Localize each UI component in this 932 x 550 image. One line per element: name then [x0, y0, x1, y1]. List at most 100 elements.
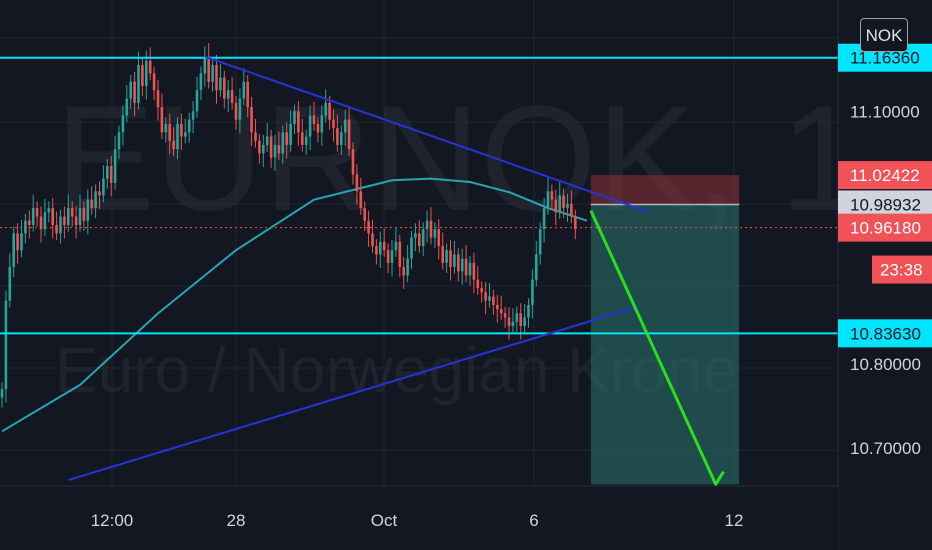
candle-body	[375, 246, 378, 255]
candle-body	[148, 60, 152, 74]
candle-body	[297, 111, 300, 133]
candle-body	[566, 203, 569, 209]
candle-body	[429, 220, 433, 238]
entry-level-label: 10.98932	[850, 195, 921, 214]
candle-body	[106, 166, 109, 179]
candle-body	[363, 208, 366, 221]
candle-body	[285, 132, 288, 145]
candle-body	[293, 111, 296, 124]
candle-body	[70, 208, 74, 217]
candle-body	[367, 220, 370, 234]
candle-body	[0, 389, 4, 398]
candle-body	[457, 254, 460, 272]
candle-body	[316, 123, 320, 133]
candle-body	[398, 241, 402, 268]
candle-body	[74, 216, 78, 225]
candle-body	[519, 313, 522, 326]
candlestick-chart[interactable]: EURNOK, 1h Euro / Norwegian Krone 12:002…	[0, 0, 932, 550]
candle-body	[433, 229, 437, 238]
candle-body	[191, 111, 195, 120]
candle-body	[421, 229, 425, 246]
x-tick-label: 12	[725, 511, 744, 530]
candle-body	[511, 321, 515, 326]
candle-body	[414, 233, 417, 238]
candle-body	[31, 208, 35, 225]
candle-body	[562, 195, 565, 209]
candle-body	[172, 140, 175, 150]
candle-body	[472, 262, 476, 280]
candle-body	[90, 199, 93, 209]
candle-body	[211, 64, 214, 82]
lower-level-label: 10.83630	[850, 324, 921, 343]
candle-body	[351, 149, 355, 175]
candle-body	[258, 140, 261, 154]
candle-body	[359, 191, 363, 209]
candle-body	[152, 73, 156, 91]
position-zones	[590, 175, 740, 485]
candle-body	[484, 292, 487, 301]
candle-body	[328, 102, 331, 120]
candle-body	[8, 267, 12, 301]
candle-body	[160, 107, 164, 133]
candle-body	[480, 288, 483, 293]
candle-body	[141, 64, 144, 86]
current-price-label: 10.96180	[850, 219, 921, 238]
candle-body	[277, 144, 281, 154]
candle-body	[308, 115, 312, 137]
candle-body	[535, 254, 538, 280]
candle-body	[449, 250, 452, 268]
candle-body	[324, 102, 327, 116]
take-profit-zone	[590, 204, 740, 485]
x-tick-label: Oct	[371, 511, 398, 530]
candle-body	[238, 98, 242, 120]
candle-body	[184, 132, 187, 137]
candle-body	[550, 191, 554, 200]
candle-body	[230, 90, 234, 103]
candle-body	[355, 174, 359, 192]
candle-body	[281, 132, 285, 154]
countdown-label: 23:38	[880, 261, 923, 280]
candle-body	[554, 199, 558, 213]
candle-body	[304, 136, 308, 145]
candle-body	[468, 262, 472, 276]
candle-body	[63, 216, 66, 225]
candle-body	[246, 81, 249, 108]
candle-body	[312, 115, 316, 124]
candle-body	[47, 208, 51, 213]
candle-body	[98, 191, 101, 196]
candle-body	[102, 178, 105, 196]
candle-body	[546, 191, 550, 209]
candle-body	[503, 313, 507, 318]
candle-body	[234, 102, 238, 120]
candle-body	[496, 304, 499, 310]
candle-body	[538, 229, 542, 255]
candle-body	[371, 233, 374, 246]
candle-body	[507, 317, 511, 326]
candle-body	[203, 56, 207, 74]
candle-body	[558, 195, 561, 213]
candle-body	[394, 241, 398, 251]
candle-body	[4, 300, 8, 390]
candle-body	[86, 199, 90, 221]
candle-body	[207, 56, 210, 82]
candle-body	[531, 279, 534, 305]
candle-body	[492, 296, 495, 305]
candle-body	[570, 203, 573, 217]
chart-area[interactable]: EURNOK, 1h Euro / Norwegian Krone 12:002…	[0, 0, 932, 550]
candle-body	[269, 136, 273, 158]
candle-body	[410, 237, 413, 259]
candle-body	[164, 123, 168, 133]
candle-body	[379, 241, 382, 255]
candle-body	[527, 304, 530, 318]
currency-badge[interactable]: NOK	[860, 18, 908, 52]
candle-body	[35, 208, 39, 217]
candle-body	[113, 149, 117, 183]
candle-body	[94, 191, 97, 209]
candle-body	[24, 220, 27, 234]
candle-body	[523, 317, 526, 326]
x-tick-label: 28	[227, 511, 246, 530]
candle-body	[59, 216, 62, 234]
candle-body	[109, 166, 113, 183]
candle-body	[133, 81, 136, 103]
candle-body	[226, 90, 230, 99]
